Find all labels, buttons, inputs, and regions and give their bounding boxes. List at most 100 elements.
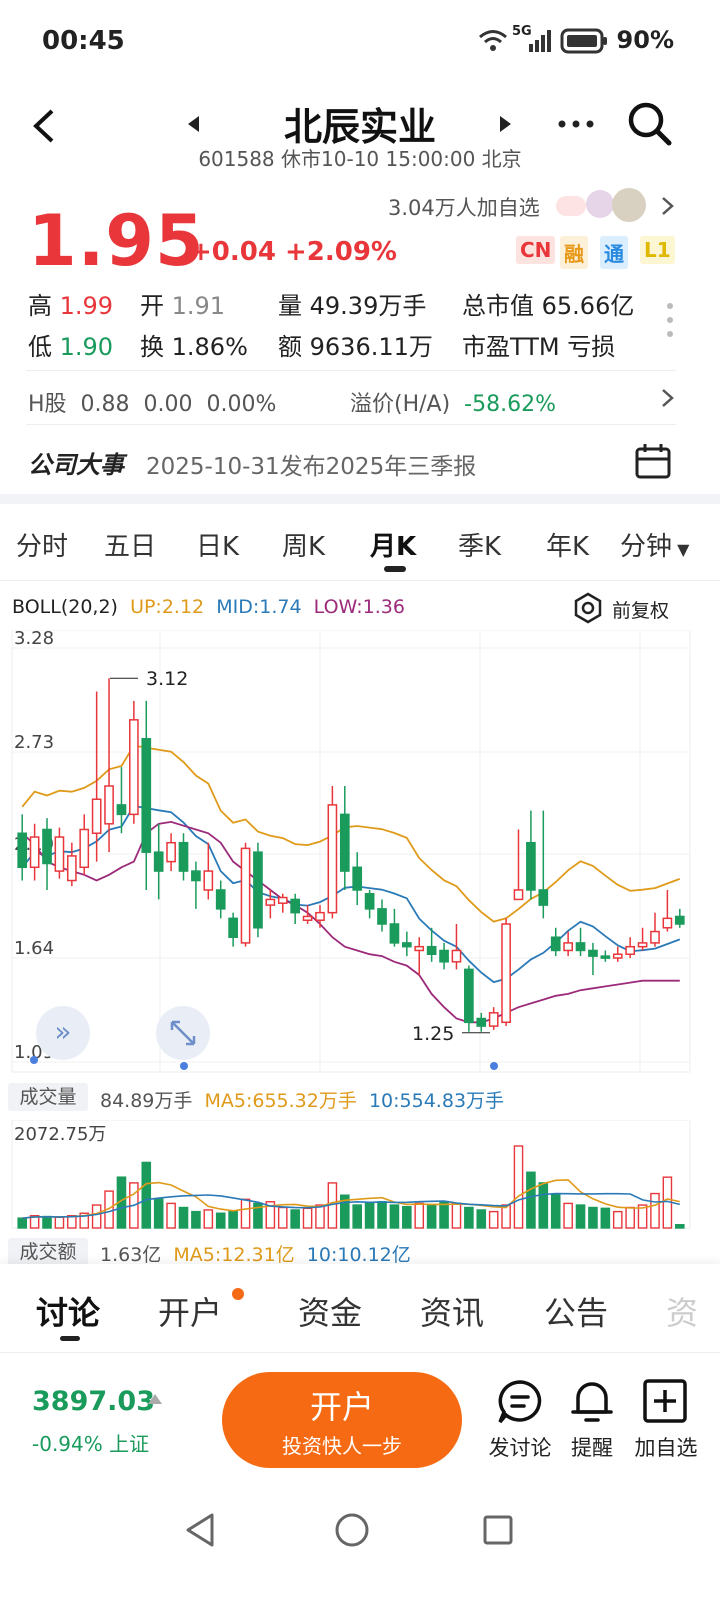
watchers-count[interactable]: 3.04万人加自选 [388,192,540,222]
company-events-label[interactable]: 公司大事 [28,445,124,480]
candle-body [612,953,623,959]
volume-bar [675,1224,685,1229]
settings-icon[interactable] [572,592,604,624]
candle-body [42,828,52,865]
candle-body [501,923,511,1024]
candle-body [116,804,127,816]
tab-daily-k[interactable]: 日K [196,526,239,563]
candle-body [54,836,65,872]
candle-body [414,945,425,952]
nav-recents-icon[interactable] [482,1514,514,1546]
open-account-button[interactable]: 开户 投资快人一步 [222,1372,462,1468]
period-dot [490,1062,498,1070]
avatar [556,196,586,216]
open-stat: 开 1.91 [140,292,226,320]
current-price: 1.95 [28,200,205,282]
volume-bar [402,1205,412,1229]
volume-bar [464,1206,474,1229]
amount-label[interactable]: 成交额 [8,1238,88,1266]
fast-forward-icon[interactable]: » [36,1006,90,1060]
period-dot [180,1062,188,1070]
tab-five-day[interactable]: 五日 [104,526,156,563]
chart-frame [11,630,691,1073]
volume-bar [451,1202,462,1229]
triangle-up-icon [148,1394,162,1404]
candle-body [277,896,288,904]
wifi-icon [479,30,507,51]
volume-chart[interactable]: 2072.75万 [0,1120,720,1232]
add-watchlist-button[interactable]: 加自选 [626,1432,706,1462]
tab-open-account[interactable]: 开户 [158,1288,222,1334]
tab-more[interactable]: 资 [666,1288,698,1334]
calendar-icon[interactable] [634,442,672,480]
boll-indicator[interactable]: BOLL(20,2) UP:2.12 MID:1.74 LOW:1.36 [12,596,405,618]
index-change[interactable]: -0.94% 上证 [32,1428,149,1457]
tab-weekly-k[interactable]: 周K [282,526,325,563]
tab-yearly-k[interactable]: 年K [546,526,589,563]
next-stock-icon[interactable] [500,116,511,132]
tab-announcements[interactable]: 公告 [544,1288,608,1334]
tab-quarterly-k[interactable]: 季K [458,526,501,563]
signal-icon [529,30,551,52]
search-icon[interactable] [626,100,674,148]
tab-minute[interactable]: 分钟 ▼ [620,526,689,563]
chevron-right-icon[interactable] [660,196,676,216]
candle-body [215,889,226,910]
tab-discussion[interactable]: 讨论 [36,1288,100,1334]
bell-icon[interactable] [568,1376,616,1426]
tag-cn: CN [516,236,556,264]
candle-body [488,1012,499,1027]
candle-body [203,870,214,891]
volume-max-tick: 2072.75万 [14,1124,106,1145]
tab-news[interactable]: 资讯 [420,1288,484,1334]
volume-bar [203,1209,214,1229]
comment-icon[interactable] [496,1378,544,1426]
index-value[interactable]: 3897.03 [32,1386,155,1417]
market-status: 休市10-10 15:00:00 北京 [281,147,522,171]
company-event-text[interactable]: 2025-10-31发布2025年三季报 [146,447,476,481]
more-icon[interactable] [556,114,596,134]
volume-bar [166,1202,176,1229]
battery-icon [560,28,607,54]
volume-bar [538,1182,549,1229]
more-vertical-icon[interactable] [664,300,676,340]
candle-body [389,923,400,944]
add-watchlist-icon[interactable] [642,1378,688,1424]
candle-body [352,866,363,891]
ha-premium: 溢价(H/A) -58.62% [350,392,556,417]
volume-label[interactable]: 成交量 [8,1083,88,1111]
price-change: +0.04 +2.09% [190,237,397,267]
open-account-label: 开户 [309,1388,374,1426]
adjust-mode[interactable]: 前复权 [612,596,669,623]
volume-bar [625,1206,635,1229]
candle-body [141,737,152,853]
volume-bar [501,1204,511,1229]
candle-body [17,832,28,869]
nav-home-icon[interactable] [334,1512,370,1548]
chevron-right-icon[interactable] [660,388,676,408]
candle-body [563,942,573,952]
kline-chart[interactable]: 3.282.732.191.641.093.121.25 [0,630,720,1080]
tab-intraday[interactable]: 分时 [16,526,68,563]
candle-body [228,917,238,938]
volume-bar [277,1206,288,1229]
candle-body [166,841,176,863]
post-discussion-button[interactable]: 发讨论 [482,1432,558,1462]
max-price-label: 3.12 [146,668,188,690]
volume-bar [240,1198,251,1229]
candle-body [66,855,77,882]
y-tick-label: 2.73 [14,732,54,753]
volume-bar [315,1204,325,1229]
h-share-row[interactable]: H股 0.88 0.00 0.00% [28,386,276,418]
tab-funds[interactable]: 资金 [298,1288,362,1334]
high-stat: 高 1.99 [28,292,114,320]
alert-button[interactable]: 提醒 [554,1432,630,1462]
status-time: 00:45 [42,26,125,56]
tag-connect: 通 [600,236,628,269]
expand-icon[interactable] [156,1006,210,1060]
turnover-stat: 换 1.86% [140,333,248,361]
nav-back-icon[interactable] [184,1512,218,1548]
tab-monthly-k[interactable]: 月K [370,526,416,563]
tag-l1: L1 [640,236,675,264]
candle-body [153,851,164,872]
